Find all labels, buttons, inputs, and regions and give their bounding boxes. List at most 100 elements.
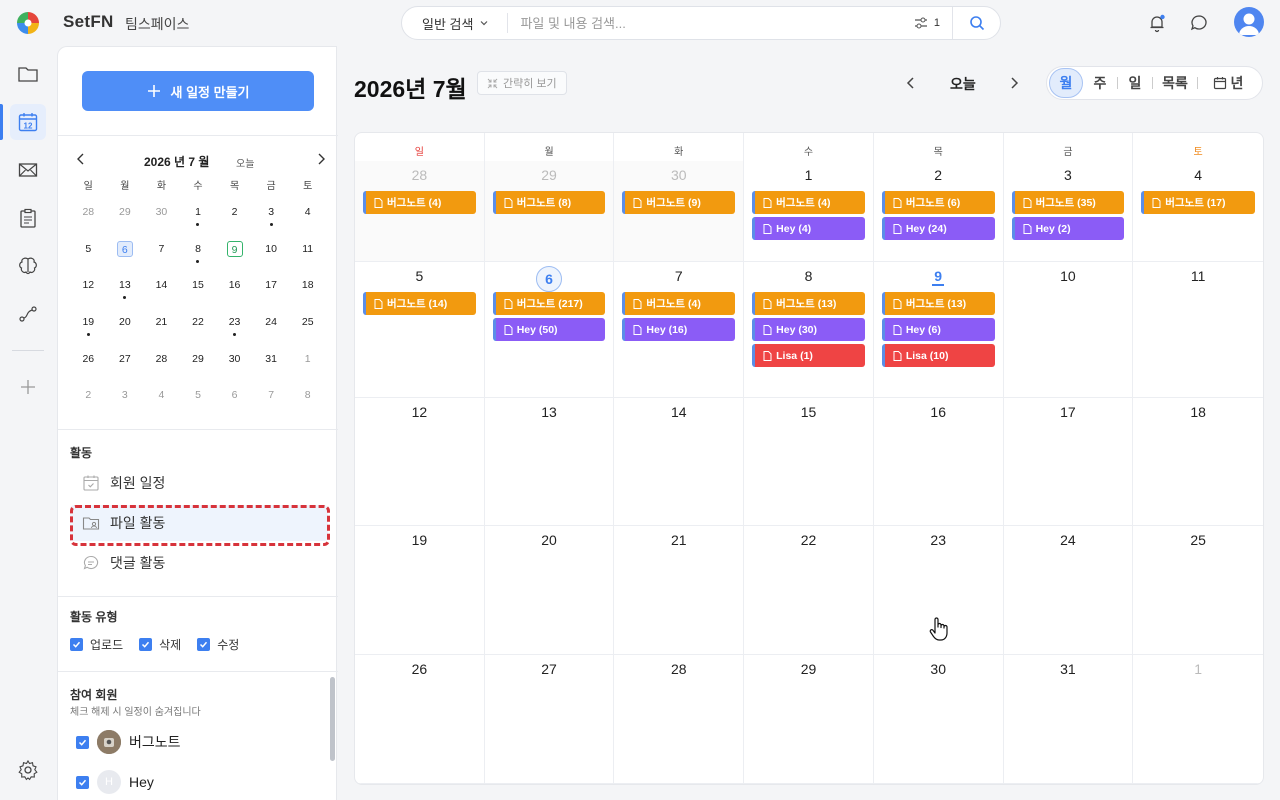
calendar-day-cell[interactable]: 7 버그노트 (4) Hey (16) bbox=[614, 262, 745, 398]
mini-calendar-day[interactable]: 23 bbox=[216, 307, 253, 344]
search-type-dropdown[interactable]: 일반 검색 bbox=[402, 13, 509, 33]
mini-calendar-day[interactable]: 24 bbox=[253, 307, 290, 344]
mini-calendar-day[interactable]: 3 bbox=[107, 380, 144, 417]
mini-calendar-day[interactable]: 30 bbox=[216, 344, 253, 381]
event-chip-buggy[interactable]: 버그노트 (6) bbox=[881, 191, 995, 214]
calendar-day-cell[interactable]: 8 버그노트 (13) Hey (30) Lisa (1) bbox=[744, 262, 874, 398]
mini-calendar-today-button[interactable]: 오늘 bbox=[236, 155, 254, 170]
calendar-day-cell[interactable]: 28 bbox=[614, 655, 745, 784]
mini-calendar-day[interactable]: 5 bbox=[70, 234, 107, 271]
rail-calendar[interactable]: 12 bbox=[10, 104, 46, 140]
calendar-day-cell[interactable]: 30 bbox=[873, 655, 1004, 784]
event-chip-buggy[interactable]: 버그노트 (217) bbox=[492, 292, 606, 315]
chevron-right-icon[interactable] bbox=[314, 151, 328, 167]
view-week-button[interactable]: 주 bbox=[1083, 68, 1117, 98]
event-chip-buggy[interactable]: 버그노트 (9) bbox=[622, 191, 736, 214]
calendar-day-cell[interactable]: 30 버그노트 (9) bbox=[614, 161, 745, 262]
mini-calendar-day[interactable]: 6 bbox=[107, 234, 144, 271]
mini-calendar-day[interactable]: 6 bbox=[216, 380, 253, 417]
rail-mail[interactable] bbox=[10, 152, 46, 188]
mini-calendar-day[interactable]: 28 bbox=[143, 344, 180, 381]
search-input[interactable] bbox=[520, 15, 914, 31]
mini-calendar-day[interactable]: 14 bbox=[143, 270, 180, 307]
mini-calendar-day[interactable]: 10 bbox=[253, 234, 290, 271]
calendar-day-cell[interactable]: 13 bbox=[484, 398, 615, 526]
new-event-button[interactable]: 새 일정 만들기 bbox=[82, 71, 314, 111]
member-row[interactable]: 버그노트 bbox=[76, 730, 181, 754]
calendar-day-cell[interactable]: 16 bbox=[873, 398, 1004, 526]
search-filter-button[interactable]: 1 bbox=[914, 17, 952, 29]
mini-calendar-day[interactable]: 22 bbox=[180, 307, 217, 344]
calendar-day-cell[interactable]: 12 bbox=[355, 398, 485, 526]
rail-settings[interactable] bbox=[10, 752, 46, 788]
today-button[interactable]: 오늘 bbox=[950, 74, 976, 94]
activity-member-schedule[interactable]: 회원 일정 bbox=[70, 465, 328, 501]
next-month-button[interactable] bbox=[1006, 74, 1022, 92]
user-avatar[interactable] bbox=[1234, 7, 1264, 37]
checkbox-checked-icon[interactable] bbox=[76, 775, 89, 789]
calendar-day-cell[interactable]: 2 버그노트 (6) Hey (24) bbox=[873, 161, 1004, 262]
mini-calendar-day[interactable]: 28 bbox=[70, 197, 107, 234]
mini-calendar-day[interactable]: 19 bbox=[70, 307, 107, 344]
calendar-day-cell[interactable]: 24 bbox=[1003, 526, 1134, 655]
mini-calendar-day[interactable]: 21 bbox=[143, 307, 180, 344]
event-chip-buggy[interactable]: 버그노트 (4) bbox=[622, 292, 736, 315]
activity-comment[interactable]: 댓글 활동 bbox=[70, 545, 328, 581]
calendar-day-cell[interactable]: 18 bbox=[1133, 398, 1263, 526]
view-month-button[interactable]: 월 bbox=[1049, 68, 1083, 98]
view-day-button[interactable]: 일 bbox=[1118, 68, 1152, 98]
mini-calendar-day[interactable]: 27 bbox=[107, 344, 144, 381]
calendar-day-cell[interactable]: 20 bbox=[484, 526, 615, 655]
calendar-day-cell[interactable]: 10 bbox=[1003, 262, 1134, 398]
event-chip-buggy[interactable]: 버그노트 (13) bbox=[752, 292, 865, 315]
mini-calendar-day[interactable]: 4 bbox=[143, 380, 180, 417]
mini-calendar-day[interactable]: 4 bbox=[289, 197, 326, 234]
chevron-left-icon[interactable] bbox=[74, 151, 88, 167]
mini-calendar-day[interactable]: 7 bbox=[253, 380, 290, 417]
calendar-day-cell[interactable]: 9 버그노트 (13) Hey (6) Lisa (10) bbox=[873, 262, 1004, 398]
calendar-day-cell[interactable]: 27 bbox=[484, 655, 615, 784]
mini-calendar-day[interactable]: 3 bbox=[253, 197, 290, 234]
mini-calendar-day[interactable]: 20 bbox=[107, 307, 144, 344]
mini-calendar-day[interactable]: 13 bbox=[107, 270, 144, 307]
mini-calendar-day[interactable]: 7 bbox=[143, 234, 180, 271]
mini-calendar-day[interactable]: 1 bbox=[289, 344, 326, 381]
mini-calendar-day[interactable]: 8 bbox=[180, 234, 217, 271]
mini-calendar-day[interactable]: 30 bbox=[143, 197, 180, 234]
mini-calendar-day[interactable]: 12 bbox=[70, 270, 107, 307]
calendar-day-cell[interactable]: 4 버그노트 (17) bbox=[1133, 161, 1263, 262]
event-chip-lisa[interactable]: Lisa (10) bbox=[881, 344, 995, 367]
event-chip-buggy[interactable]: 버그노트 (13) bbox=[881, 292, 995, 315]
event-chip-hey[interactable]: Hey (4) bbox=[752, 217, 865, 240]
calendar-day-cell[interactable]: 1 버그노트 (4) Hey (4) bbox=[744, 161, 874, 262]
view-year-button[interactable]: 년 bbox=[1198, 68, 1258, 98]
calendar-day-cell[interactable]: 29 bbox=[744, 655, 874, 784]
event-chip-hey[interactable]: Hey (16) bbox=[622, 318, 736, 341]
mini-calendar-day[interactable]: 8 bbox=[289, 380, 326, 417]
rail-add[interactable] bbox=[10, 369, 46, 405]
mini-calendar-day[interactable]: 5 bbox=[180, 380, 217, 417]
mini-calendar-day[interactable]: 26 bbox=[70, 344, 107, 381]
brand-name[interactable]: SetFN bbox=[63, 12, 114, 32]
type-edit-checkbox[interactable]: 수정 bbox=[197, 636, 239, 653]
rail-files[interactable] bbox=[10, 56, 46, 92]
mini-calendar-day[interactable]: 15 bbox=[180, 270, 217, 307]
members-scrollbar[interactable] bbox=[330, 677, 335, 761]
notifications-button[interactable] bbox=[1146, 12, 1168, 34]
event-chip-hey[interactable]: Hey (6) bbox=[881, 318, 995, 341]
calendar-day-cell[interactable]: 11 bbox=[1133, 262, 1263, 398]
event-chip-buggy[interactable]: 버그노트 (8) bbox=[492, 191, 606, 214]
mini-calendar-day[interactable]: 31 bbox=[253, 344, 290, 381]
activity-file[interactable]: 파일 활동 bbox=[70, 505, 328, 541]
mini-calendar-day[interactable]: 2 bbox=[70, 380, 107, 417]
calendar-day-cell[interactable]: 28 버그노트 (4) bbox=[355, 161, 485, 262]
event-chip-buggy[interactable]: 버그노트 (4) bbox=[752, 191, 865, 214]
event-chip-buggy[interactable]: 버그노트 (4) bbox=[363, 191, 476, 214]
checkbox-checked-icon[interactable] bbox=[76, 735, 89, 749]
calendar-day-cell[interactable]: 26 bbox=[355, 655, 485, 784]
rail-workflow[interactable] bbox=[10, 296, 46, 332]
workspace-name[interactable]: 팀스페이스 bbox=[125, 14, 189, 34]
calendar-day-cell[interactable]: 31 bbox=[1003, 655, 1134, 784]
calendar-day-cell[interactable]: 6 버그노트 (217) Hey (50) bbox=[484, 262, 615, 398]
mini-calendar-day[interactable]: 1 bbox=[180, 197, 217, 234]
